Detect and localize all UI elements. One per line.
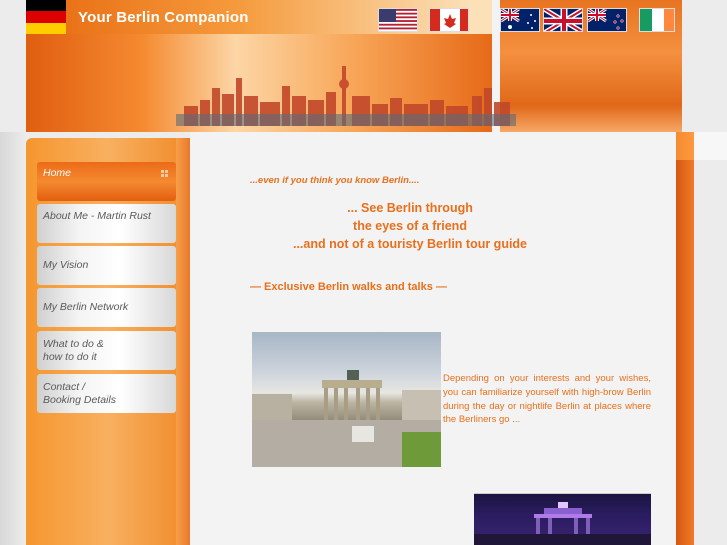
- nav-item-label: Home: [43, 167, 72, 179]
- nav-item-what-to-do[interactable]: What to do & how to do it: [37, 331, 176, 370]
- left-background: [0, 132, 26, 545]
- canada-flag[interactable]: [429, 8, 469, 32]
- night-berlin-photo: [474, 493, 651, 545]
- nav-item-label-line2: how to do it: [43, 350, 97, 363]
- headline: ... See Berlin through the eyes of a fri…: [250, 199, 570, 253]
- headline-line-3: ...and not of a touristy Berlin tour gui…: [292, 237, 528, 251]
- header-banner: Your Berlin Companion: [26, 0, 682, 132]
- new-zealand-flag[interactable]: [587, 8, 627, 32]
- sidebar-navigation: Home About Me - Martin Rust My Vision My…: [26, 138, 190, 545]
- nav-item-label-line1: What to do &: [43, 338, 104, 350]
- nav-item-about-me[interactable]: About Me - Martin Rust: [37, 204, 176, 243]
- australia-flag[interactable]: [500, 8, 540, 32]
- right-decoration-white: [694, 132, 727, 160]
- headline-line-2: the eyes of a friend: [353, 219, 467, 233]
- main-content: ...even if you think you know Berlin....…: [190, 132, 676, 545]
- sub-heading: — Exclusive Berlin walks and talks —: [250, 281, 447, 293]
- headline-line-1: ... See Berlin through: [347, 201, 473, 215]
- ireland-flag[interactable]: [639, 8, 675, 32]
- right-decoration-bar: [676, 160, 694, 545]
- usa-flag[interactable]: [378, 8, 418, 32]
- site-title: Your Berlin Companion: [78, 9, 249, 26]
- tagline: ...even if you think you know Berlin....: [250, 175, 420, 186]
- nav-item-my-berlin-network[interactable]: My Berlin Network: [37, 288, 176, 327]
- berlin-skyline-image: [176, 66, 516, 126]
- nav-item-my-vision[interactable]: My Vision: [37, 246, 176, 285]
- nav-item-label: My Berlin Network: [43, 301, 129, 313]
- nav-item-label-line2: Booking Details: [43, 393, 116, 406]
- nav-item-home[interactable]: Home: [37, 162, 176, 201]
- nav-item-label: About Me - Martin Rust: [43, 210, 151, 222]
- nav-item-label-line1: Contact /: [43, 381, 86, 393]
- nav-item-contact-booking[interactable]: Contact / Booking Details: [37, 374, 176, 413]
- intro-paragraph: Depending on your interests and your wis…: [443, 373, 651, 426]
- brandenburg-gate-photo: [252, 332, 441, 467]
- germany-flag[interactable]: [26, 0, 66, 34]
- nav-item-label: My Vision: [43, 259, 89, 271]
- uk-flag[interactable]: [543, 8, 583, 32]
- grid-icon: [161, 170, 168, 177]
